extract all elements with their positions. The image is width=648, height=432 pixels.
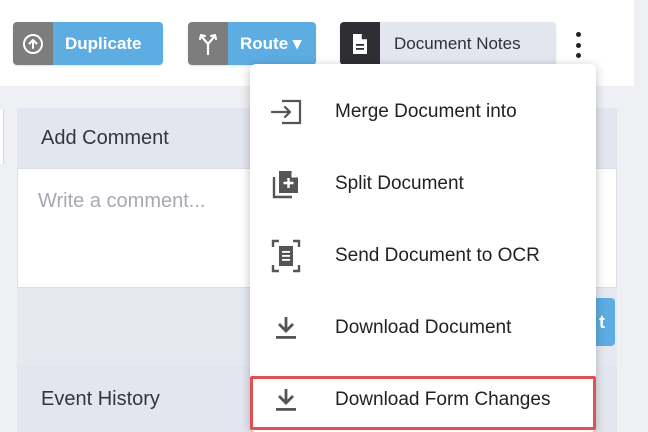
document-icon — [340, 22, 380, 65]
split-document-icon — [268, 166, 304, 202]
document-notes-button[interactable]: Document Notes — [340, 22, 556, 65]
upload-circle-icon — [13, 22, 53, 65]
duplicate-button[interactable]: Duplicate — [13, 22, 163, 65]
menu-item-label: Merge Document into — [335, 101, 517, 122]
menu-item-label: Download Document — [335, 317, 512, 338]
route-button-label: Route ▾ — [228, 22, 316, 65]
menu-item-download-document[interactable]: Download Document — [250, 298, 596, 358]
menu-item-split-document[interactable]: Split Document — [250, 154, 596, 214]
merge-icon — [268, 94, 304, 130]
download-icon — [268, 310, 304, 346]
menu-item-download-form-changes[interactable]: Download Form Changes — [250, 370, 596, 430]
ocr-scan-icon — [268, 238, 304, 274]
menu-item-merge-document[interactable]: Merge Document into — [250, 82, 596, 142]
submit-comment-label: t — [599, 311, 605, 332]
left-panel-stub — [0, 110, 4, 164]
duplicate-button-label: Duplicate — [53, 22, 163, 65]
toolbar-edge — [634, 0, 648, 86]
menu-item-label: Send Document to OCR — [335, 245, 540, 266]
route-fork-icon — [188, 22, 228, 65]
menu-item-label: Split Document — [335, 173, 464, 194]
route-button[interactable]: Route ▾ — [188, 22, 316, 65]
document-actions-menu: Merge Document into Split Document Send … — [250, 64, 596, 432]
kebab-icon[interactable] — [568, 30, 588, 60]
menu-item-label: Download Form Changes — [335, 389, 551, 410]
document-notes-label: Document Notes — [380, 22, 556, 65]
download-icon — [268, 382, 304, 418]
menu-item-send-to-ocr[interactable]: Send Document to OCR — [250, 226, 596, 286]
